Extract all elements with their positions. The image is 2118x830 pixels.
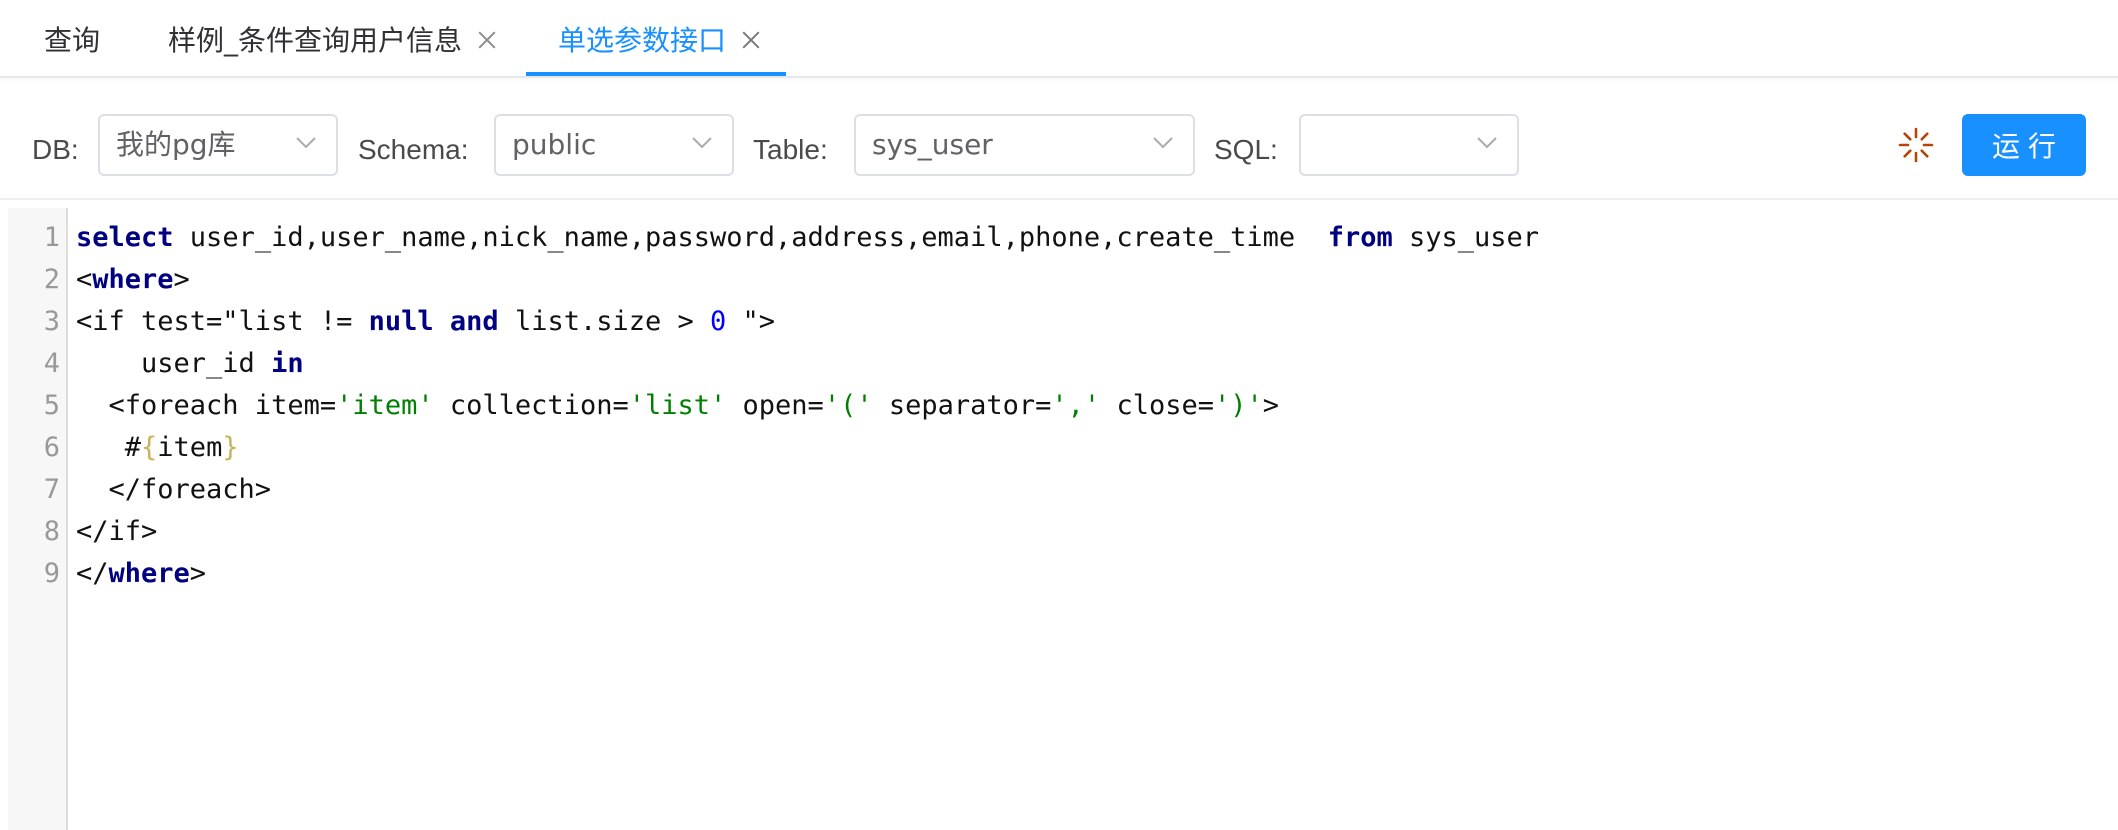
string-token: 'list' — [628, 390, 727, 421]
keyword-token: select — [76, 222, 174, 253]
code-token: item — [157, 432, 223, 463]
keyword-token: where — [92, 264, 174, 295]
close-icon[interactable] — [478, 30, 496, 48]
schema-select-value: public — [512, 128, 597, 161]
string-token: 'item' — [336, 390, 434, 421]
keyword-token: from — [1327, 222, 1393, 253]
code-token: > — [189, 558, 207, 589]
code-token: <foreach item= — [76, 390, 337, 421]
code-area[interactable]: select user_id,user_name,nick_name,passw… — [76, 208, 2106, 830]
line-number: 7 — [43, 474, 60, 505]
code-line: <foreach item='item' collection='list' o… — [76, 385, 1280, 427]
code-token: > — [173, 264, 190, 295]
sql-label: SQL: — [1214, 134, 1278, 165]
brace-token: } — [222, 432, 239, 463]
db-label: DB: — [32, 134, 79, 165]
code-token: collection= — [433, 390, 629, 421]
chevron-down-icon — [1153, 132, 1173, 152]
code-token: separator= — [872, 390, 1052, 421]
string-token: ',' — [1051, 390, 1101, 421]
line-number: 5 — [43, 390, 60, 421]
keyword-token: and — [449, 306, 499, 337]
code-token: "> — [726, 306, 776, 337]
keyword-token: null — [368, 306, 434, 337]
string-token: ')' — [1213, 390, 1263, 421]
line-number: 3 — [43, 306, 60, 337]
schema-label: Schema: — [358, 134, 469, 165]
line-number-gutter: 1 2 3 4 5 6 7 8 9 — [8, 208, 68, 830]
line-number: 9 — [43, 558, 60, 589]
code-line: #{item} — [76, 427, 239, 469]
spinner-icon — [1898, 127, 1934, 163]
close-icon[interactable] — [742, 30, 760, 48]
code-token: list.size > — [498, 306, 711, 337]
db-select-value: 我的pg库 — [116, 128, 236, 161]
code-line: <where> — [76, 259, 190, 301]
tab-single-param-api[interactable]: 单选参数接口 — [558, 0, 760, 78]
code-token: <if test="list != — [76, 306, 369, 337]
line-number: 2 — [43, 264, 60, 295]
code-token: </if> — [76, 516, 158, 547]
line-number: 1 — [43, 222, 60, 253]
tab-label: 样例_条件查询用户信息 — [168, 24, 463, 57]
code-token: close= — [1100, 390, 1214, 421]
tab-query[interactable]: 查询 — [44, 0, 100, 78]
string-token: '(' — [823, 390, 873, 421]
code-token: user_id,user_name,nick_name,password,add… — [173, 222, 1328, 253]
line-number: 4 — [43, 348, 60, 379]
table-select[interactable]: sys_user — [854, 114, 1195, 176]
table-label: Table: — [753, 134, 828, 165]
number-token: 0 — [710, 306, 727, 337]
schema-select[interactable]: public — [494, 114, 734, 176]
sql-editor[interactable]: 1 2 3 4 5 6 7 8 9 select user_id,user_na… — [8, 208, 2118, 830]
code-token: </ — [76, 558, 109, 589]
query-toolbar: DB: 我的pg库 Schema: public Table: sys_user… — [0, 80, 2118, 200]
code-token: </foreach> — [76, 474, 272, 505]
chevron-down-icon — [296, 132, 316, 152]
run-button[interactable]: 运行 — [1962, 114, 2086, 176]
code-token: open= — [726, 390, 824, 421]
chevron-down-icon — [1477, 132, 1497, 152]
table-select-value: sys_user — [872, 128, 993, 161]
code-token: < — [76, 264, 93, 295]
keyword-token: where — [108, 558, 190, 589]
line-number: 8 — [43, 516, 60, 547]
tab-sample-user-query[interactable]: 样例_条件查询用户信息 — [168, 0, 496, 78]
chevron-down-icon — [692, 132, 712, 152]
code-token: sys_user — [1392, 222, 1540, 253]
keyword-token: in — [271, 348, 304, 379]
code-line: </if> — [76, 511, 157, 553]
code-token: user_id — [76, 348, 272, 379]
db-select[interactable]: 我的pg库 — [98, 114, 338, 176]
tab-label: 单选参数接口 — [558, 24, 727, 57]
code-line: user_id in — [76, 343, 304, 385]
tab-bar: 查询 样例_条件查询用户信息 单选参数接口 — [0, 0, 2118, 78]
line-number: 6 — [43, 432, 60, 463]
code-token: # — [76, 432, 142, 463]
brace-token: { — [141, 432, 158, 463]
code-line: <if test="list != null and list.size > 0… — [76, 301, 775, 343]
code-line: </where> — [76, 553, 206, 595]
code-line: select user_id,user_name,nick_name,passw… — [76, 217, 1539, 259]
code-line: </foreach> — [76, 469, 272, 511]
code-token: > — [1262, 390, 1280, 421]
sql-select[interactable] — [1299, 114, 1519, 176]
tab-label: 查询 — [44, 24, 101, 57]
active-tab-indicator — [526, 72, 786, 76]
